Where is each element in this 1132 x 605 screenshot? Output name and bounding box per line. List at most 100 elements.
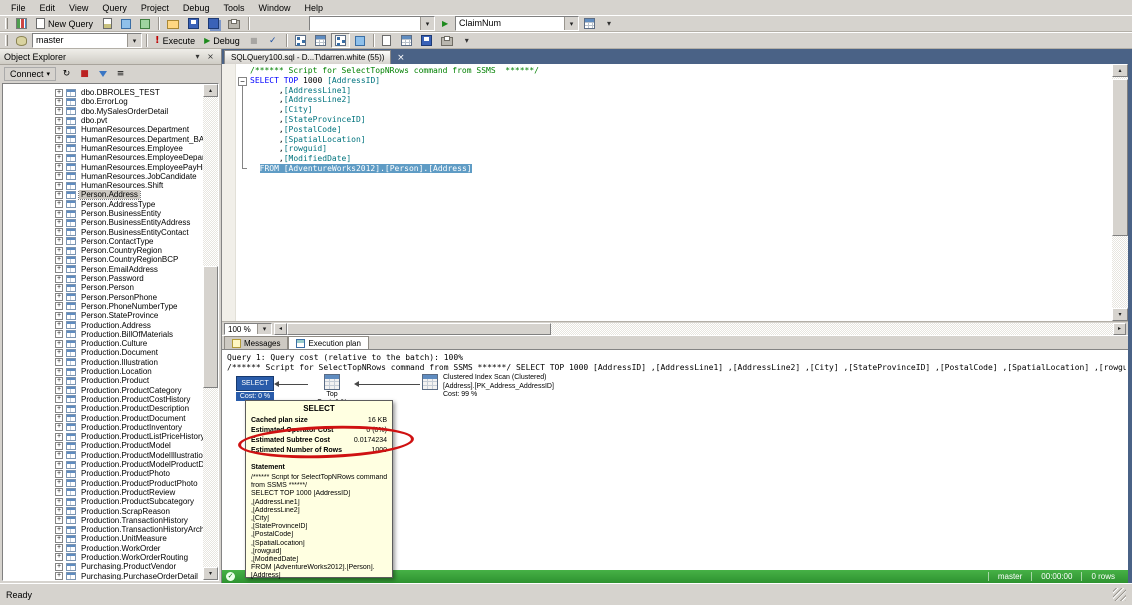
expand-icon[interactable]: + (55, 553, 63, 561)
toolbar-grip[interactable] (5, 18, 8, 29)
stop-icon[interactable]: ■ (77, 67, 92, 81)
expand-icon[interactable]: + (55, 330, 63, 338)
tab-execution-plan[interactable]: Execution plan (288, 336, 368, 349)
tree-item[interactable]: +dbo.pvt (3, 116, 203, 125)
expand-icon[interactable]: + (55, 182, 63, 190)
scroll-thumb[interactable] (287, 323, 551, 335)
expand-icon[interactable]: + (55, 200, 63, 208)
tree-item[interactable]: +Person.PersonPhone (3, 293, 203, 302)
dmx-query-button[interactable] (136, 16, 154, 31)
tree-item[interactable]: +Person.EmailAddress (3, 265, 203, 274)
tree-item[interactable]: +Production.ProductCategory (3, 386, 203, 395)
save-button[interactable] (184, 16, 203, 31)
tree-item[interactable]: +Person.BusinessEntityAddress (3, 218, 203, 227)
expand-icon[interactable]: + (55, 386, 63, 394)
editor-hscrollbar[interactable]: ◂ ▸ (274, 323, 1126, 335)
toolbar-combo-1[interactable]: ▾ (309, 16, 435, 31)
expand-icon[interactable]: + (55, 405, 63, 413)
properties-icon[interactable]: ≡ (113, 67, 128, 81)
scroll-down-icon[interactable]: ▾ (203, 567, 218, 580)
expand-icon[interactable]: + (55, 461, 63, 469)
tree-item[interactable]: +Person.AddressType (3, 200, 203, 209)
menu-view[interactable]: View (62, 2, 95, 14)
tree-item[interactable]: +Production.BillOfMaterials (3, 330, 203, 339)
include-actual-plan-button[interactable] (331, 33, 350, 48)
mdx-query-button[interactable] (117, 16, 135, 31)
tree-item[interactable]: +Production.UnitMeasure (3, 534, 203, 543)
expand-icon[interactable]: + (55, 89, 63, 97)
expand-icon[interactable]: + (55, 302, 63, 310)
tree-item[interactable]: +Production.WorkOrder (3, 544, 203, 553)
chevron-down-icon[interactable]: ▾ (420, 17, 434, 30)
scroll-down-icon[interactable]: ▾ (1112, 308, 1128, 321)
expand-icon[interactable]: + (55, 470, 63, 478)
expand-icon[interactable]: + (55, 154, 63, 162)
activity-monitor-button[interactable] (12, 16, 31, 31)
estimated-plan-button[interactable] (291, 33, 310, 48)
intellisense-button[interactable] (351, 33, 369, 48)
scroll-track[interactable] (287, 323, 1113, 335)
expand-icon[interactable]: + (55, 368, 63, 376)
tree-item[interactable]: +Production.ProductPhoto (3, 469, 203, 478)
tab-messages[interactable]: Messages (224, 336, 288, 349)
expand-icon[interactable]: + (55, 377, 63, 385)
expand-icon[interactable]: + (55, 228, 63, 236)
toolbar-options-button[interactable]: ▾ (458, 33, 476, 48)
expand-icon[interactable]: + (55, 563, 63, 571)
menu-debug[interactable]: Debug (176, 2, 217, 14)
tree-item[interactable]: +HumanResources.Shift (3, 181, 203, 190)
plan-node-clustered-index-scan[interactable]: Clustered Index Scan (Clustered) [Addres… (422, 374, 554, 400)
tree-item[interactable]: +Person.CountryRegion (3, 246, 203, 255)
expand-icon[interactable]: + (55, 312, 63, 320)
expand-icon[interactable]: + (55, 172, 63, 180)
scroll-right-icon[interactable]: ▸ (1113, 323, 1126, 335)
expand-icon[interactable]: + (55, 107, 63, 115)
tree-item[interactable]: +Production.TransactionHistoryArchive (3, 525, 203, 534)
tree-item[interactable]: +HumanResources.Department (3, 125, 203, 134)
tree-item[interactable]: +Person.BusinessEntityContact (3, 227, 203, 236)
filter-icon[interactable] (95, 67, 110, 81)
tree-item[interactable]: +Production.ProductModelProductDescripti… (3, 460, 203, 469)
cancel-query-button[interactable]: ■ (245, 33, 263, 48)
scroll-left-icon[interactable]: ◂ (274, 323, 287, 335)
expand-icon[interactable]: + (55, 479, 63, 487)
expand-icon[interactable]: + (55, 433, 63, 441)
scroll-up-icon[interactable]: ▴ (203, 84, 218, 97)
expand-icon[interactable]: + (55, 451, 63, 459)
scroll-thumb[interactable] (1112, 79, 1128, 236)
tree-item[interactable]: +dbo.ErrorLog (3, 97, 203, 106)
tree-item[interactable]: +Production.ScrapReason (3, 506, 203, 515)
tree-item[interactable]: +dbo.DBROLES_TEST (3, 88, 203, 97)
refresh-icon[interactable]: ↻ (59, 67, 74, 81)
chevron-down-icon[interactable]: ▾ (127, 34, 141, 47)
expand-icon[interactable]: + (55, 135, 63, 143)
scroll-track[interactable] (1112, 77, 1128, 308)
fold-collapse-icon[interactable]: − (238, 77, 247, 86)
expand-icon[interactable]: + (55, 191, 63, 199)
tree-item[interactable]: +HumanResources.EmployeePayHistory (3, 162, 203, 171)
expand-icon[interactable]: + (55, 414, 63, 422)
chevron-down-icon[interactable]: ▾ (257, 324, 271, 334)
scroll-thumb[interactable] (203, 266, 218, 388)
database-engine-query-button[interactable] (98, 16, 116, 31)
expand-icon[interactable]: + (55, 498, 63, 506)
tree-item[interactable]: +Production.ProductSubcategory (3, 497, 203, 506)
tree-item[interactable]: +Purchasing.ProductVendor (3, 562, 203, 571)
expand-icon[interactable]: + (55, 284, 63, 292)
database-combo[interactable]: master ▾ (32, 33, 142, 48)
expand-icon[interactable]: + (55, 275, 63, 283)
tree-item[interactable]: +Purchasing.PurchaseOrderDetail (3, 571, 203, 580)
expand-icon[interactable]: + (55, 237, 63, 245)
tree-item[interactable]: +Production.Culture (3, 339, 203, 348)
tree-item[interactable]: +Person.Password (3, 274, 203, 283)
expand-icon[interactable]: + (55, 544, 63, 552)
tree-item[interactable]: +Person.ContactType (3, 237, 203, 246)
tree-item[interactable]: +Production.ProductModelIllustration (3, 451, 203, 460)
comment-button[interactable] (437, 33, 457, 48)
tree-item[interactable]: +Production.Location (3, 367, 203, 376)
tree-item[interactable]: +Production.ProductProductPhoto (3, 478, 203, 487)
tree-item[interactable]: +HumanResources.Employee (3, 144, 203, 153)
tree-item[interactable]: +Person.CountryRegionBCP (3, 255, 203, 264)
expand-icon[interactable]: + (55, 358, 63, 366)
tree-item[interactable]: +Person.BusinessEntity (3, 209, 203, 218)
